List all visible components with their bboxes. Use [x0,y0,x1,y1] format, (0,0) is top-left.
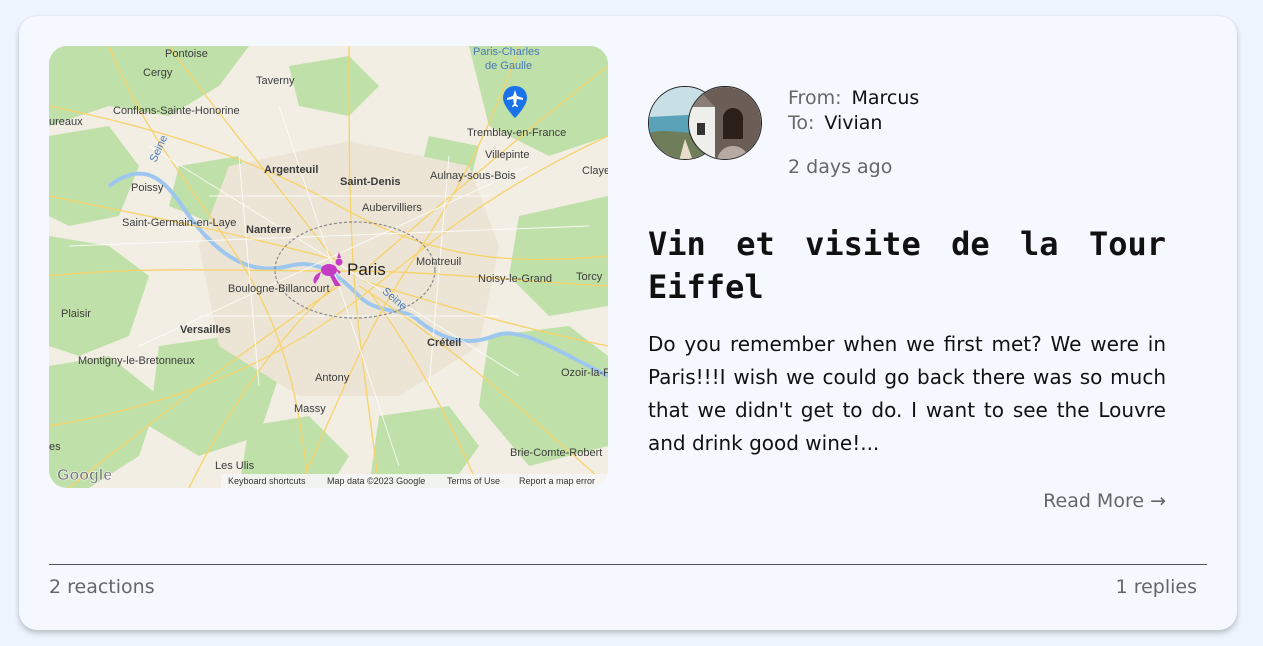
map-label: Brie-Comte-Robert [510,447,602,459]
map-label: Boulogne-Billancourt [228,283,330,295]
map-label: Conflans-Sainte-Honorine [113,105,240,117]
map-label: Aubervilliers [362,202,422,214]
map-label: Tremblay-en-France [467,127,566,139]
keyboard-shortcuts-link[interactable]: Keyboard shortcuts [228,476,306,486]
google-logo[interactable]: Google [57,467,113,485]
map-label: de Gaulle [485,60,532,72]
participant-avatars [648,86,768,162]
terms-of-use-link[interactable]: Terms of Use [447,476,500,486]
report-map-error-link[interactable]: Report a map error [519,476,595,486]
map-label: Plaisir [61,308,91,320]
map-label: Montigny-le-Bretonneux [78,355,195,367]
to-row: To: Vivian [788,111,919,136]
map-label: Ozoir-la-F [561,367,608,379]
map-label: Torcy [576,271,603,283]
map-view[interactable]: Pontoise Cergy Taverny Paris-Charles de … [49,46,608,488]
map-label: Paris-Charles [473,46,540,58]
to-label: To: [788,112,815,134]
post-card: Pontoise Cergy Taverny Paris-Charles de … [19,16,1237,630]
map-label: Antony [315,372,350,384]
map-label: ureaux [49,116,83,128]
map-data-attribution: Map data ©2023 Google [327,476,425,486]
map-label: Les Ulis [215,460,255,472]
map-label: Saint-Germain-en-Laye [122,217,236,229]
map-label: Pontoise [165,48,208,60]
map-label: Aulnay-sous-Bois [430,170,516,182]
map-label: Cergy [143,67,173,79]
sender-name: Marcus [851,87,920,109]
map-label: Saint-Denis [340,176,401,188]
post-participants: From: Marcus To: Vivian [788,86,919,136]
reactions-count[interactable]: 2 reactions [49,576,155,598]
map-label: Nanterre [246,224,291,236]
read-more-link[interactable]: Read More → [1043,490,1166,512]
map-label: es [49,441,61,453]
map-label: Paris [347,260,386,279]
map-label: Claye [582,165,608,177]
avatar-recipient[interactable] [688,86,762,160]
replies-count[interactable]: 1 replies [1116,576,1197,598]
map-label: Poissy [131,182,164,194]
map-label: Montreuil [416,256,461,268]
post-excerpt: Do you remember when we first met? We we… [648,332,1166,455]
map-label: Villepinte [485,149,529,161]
from-row: From: Marcus [788,86,919,111]
post-timestamp: 2 days ago [788,156,893,178]
recipient-name: Vivian [824,112,883,134]
map-label: Taverny [256,75,295,87]
map-label: Argenteuil [264,164,318,176]
map-label: Créteil [427,337,461,349]
map-label: Noisy-le-Grand [478,273,552,285]
map-label: Versailles [180,324,231,336]
from-label: From: [788,87,842,109]
map-label: Massy [294,403,326,415]
card-divider [49,564,1207,565]
post-title: Vin et visite de la Tour Eiffel [648,225,1166,306]
